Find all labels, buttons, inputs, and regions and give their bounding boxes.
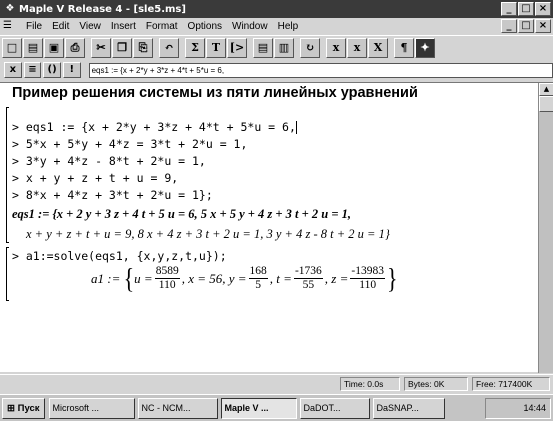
task-microsoft[interactable]: Microsoft ... — [48, 397, 135, 419]
y-fraction: 168 5 — [248, 265, 268, 291]
toolbar: □ ▤ ▣ ⎙ ✂ ❐ ⎘ ↶ Σ T [> ▤ ▥ ↻ x x X ¶ ✦ — [0, 35, 553, 59]
task-maple[interactable]: Maple V ... — [220, 397, 297, 419]
expand-icon[interactable]: ▥ — [274, 37, 294, 58]
taskbar: ⊞ Пуск Microsoft ... NC - NCM... Maple V… — [0, 394, 553, 421]
math-mode-icon[interactable]: x — [4, 62, 22, 78]
input-line[interactable]: > 8*x + 4*z + 3*t + 2*u = 1}; — [12, 187, 390, 204]
open-brace: { — [123, 261, 135, 295]
window-title: Maple V Release 4 - [sle5.ms] — [19, 3, 186, 15]
output-line: eqs1 := {x + 2 y + 3 z + 4 t + 5 u = 6, … — [12, 207, 351, 221]
text-icon[interactable]: T — [206, 37, 226, 58]
new-file-icon[interactable]: □ — [2, 37, 22, 58]
paragraph-icon[interactable]: ¶ — [394, 37, 414, 58]
z-fraction: -13983 110 — [350, 265, 385, 291]
doc-minimize-button[interactable]: _ — [501, 19, 517, 33]
t-part: , t = — [269, 270, 292, 286]
worksheet[interactable]: Пример решения системы из пяти линейных … — [0, 82, 553, 373]
exclamation-icon[interactable]: ! — [62, 62, 81, 78]
maximize-button[interactable]: □ — [518, 2, 534, 16]
input-line[interactable]: > eqs1 := {x + 2*y + 3*z + 4*t + 5*u = 6… — [12, 119, 390, 136]
worksheet-heading: Пример решения системы из пяти линейных … — [12, 85, 418, 101]
open-file-icon[interactable]: ▤ — [23, 37, 43, 58]
status-time: Time: 0.0s — [340, 377, 400, 391]
menu-edit[interactable]: Edit — [47, 21, 74, 32]
exec-group-bracket[interactable] — [6, 107, 9, 243]
input-line[interactable]: > 3*y + 4*z - 8*t + 2*u = 1, — [12, 153, 390, 170]
x-part: , x = 56, y = — [181, 270, 247, 286]
menu-format[interactable]: Format — [141, 21, 183, 32]
restart-icon[interactable]: ↻ — [300, 37, 320, 58]
doc-restore-button[interactable]: □ — [518, 19, 534, 33]
paste-icon[interactable]: ⎘ — [133, 37, 153, 58]
copy-icon[interactable]: ❐ — [112, 37, 132, 58]
t-fraction: -1736 55 — [293, 265, 323, 291]
task-dadot[interactable]: DaDOT... — [299, 397, 370, 419]
command-input[interactable]: eqs1 := {x + 2*y + 3*z + 4*t + 5*u = 6, — [88, 62, 553, 78]
scroll-up-icon[interactable]: ▲ — [539, 83, 553, 96]
menu-window[interactable]: Window — [227, 21, 273, 32]
close-brace: } — [386, 261, 398, 295]
stop-icon[interactable]: ✦ — [415, 37, 435, 58]
task-dasnap[interactable]: DaSNAP... — [372, 397, 445, 419]
context-bar: x ≡ () ! eqs1 := {x + 2*y + 3*z + 4*t + … — [0, 60, 553, 80]
task-nc[interactable]: NC - NCM... — [137, 397, 218, 419]
title-bar[interactable]: ❖ Maple V Release 4 - [sle5.ms] _ □ × — [0, 0, 553, 18]
collapse-icon[interactable]: ▤ — [253, 37, 273, 58]
u-label: u = — [134, 270, 153, 286]
menu-file[interactable]: File — [21, 21, 47, 32]
exec-group-bracket[interactable] — [6, 247, 9, 301]
status-bar: Time: 0.0s Bytes: 0K Free: 717400K — [0, 374, 553, 392]
solve-input-line[interactable]: > a1:=solve(eqs1, {x,y,z,t,u}); — [12, 248, 227, 265]
vertical-scrollbar[interactable]: ▲ — [538, 83, 553, 373]
menu-options[interactable]: Options — [183, 21, 227, 32]
z-part: , z = — [324, 270, 349, 286]
print-icon[interactable]: ⎙ — [65, 37, 85, 58]
zoom-x3-icon[interactable]: X — [368, 37, 388, 58]
zoom-x2-icon[interactable]: x — [347, 37, 367, 58]
u-fraction: 8589 110 — [154, 265, 180, 291]
zoom-x-icon[interactable]: x — [326, 37, 346, 58]
input-line[interactable]: > x + y + z + t + u = 9, — [12, 170, 390, 187]
result-label: a1 := — [91, 270, 121, 286]
minimize-button[interactable]: _ — [501, 2, 517, 16]
menu-view[interactable]: View — [74, 21, 106, 32]
parentheses-icon[interactable]: () — [43, 62, 61, 78]
text-cursor — [295, 121, 297, 134]
close-button[interactable]: × — [535, 2, 551, 16]
input-line[interactable]: > 5*x + 5*y + 4*z = 3*t + 2*u = 1, — [12, 136, 390, 153]
menu-insert[interactable]: Insert — [106, 21, 141, 32]
sum-icon[interactable]: Σ — [185, 37, 205, 58]
menu-help[interactable]: Help — [273, 21, 304, 32]
maple-leaf-icon: ❖ — [5, 3, 15, 14]
doc-close-button[interactable]: × — [535, 19, 551, 33]
status-bytes: Bytes: 0K — [404, 377, 468, 391]
document-icon[interactable]: ☰ — [3, 20, 17, 32]
menu-bar: ☰ File Edit View Insert Format Options W… — [0, 18, 553, 34]
clock[interactable]: 14:44 — [523, 403, 546, 413]
scroll-thumb[interactable] — [539, 96, 553, 112]
start-button[interactable]: ⊞ Пуск — [2, 397, 45, 419]
execute-icon[interactable]: ≡ — [23, 62, 42, 78]
output-line: x + y + z + t + u = 9, 8 x + 4 z + 3 t +… — [26, 227, 390, 241]
undo-icon[interactable]: ↶ — [159, 37, 179, 58]
save-icon[interactable]: ▣ — [44, 37, 64, 58]
solution-output: a1 := { u = 8589 110 , x = 56, y = 168 5 ,… — [91, 262, 398, 295]
cut-icon[interactable]: ✂ — [91, 37, 111, 58]
status-free: Free: 717400K — [472, 377, 550, 391]
system-tray: 14:44 — [485, 398, 551, 419]
prompt-icon[interactable]: [> — [227, 37, 247, 58]
